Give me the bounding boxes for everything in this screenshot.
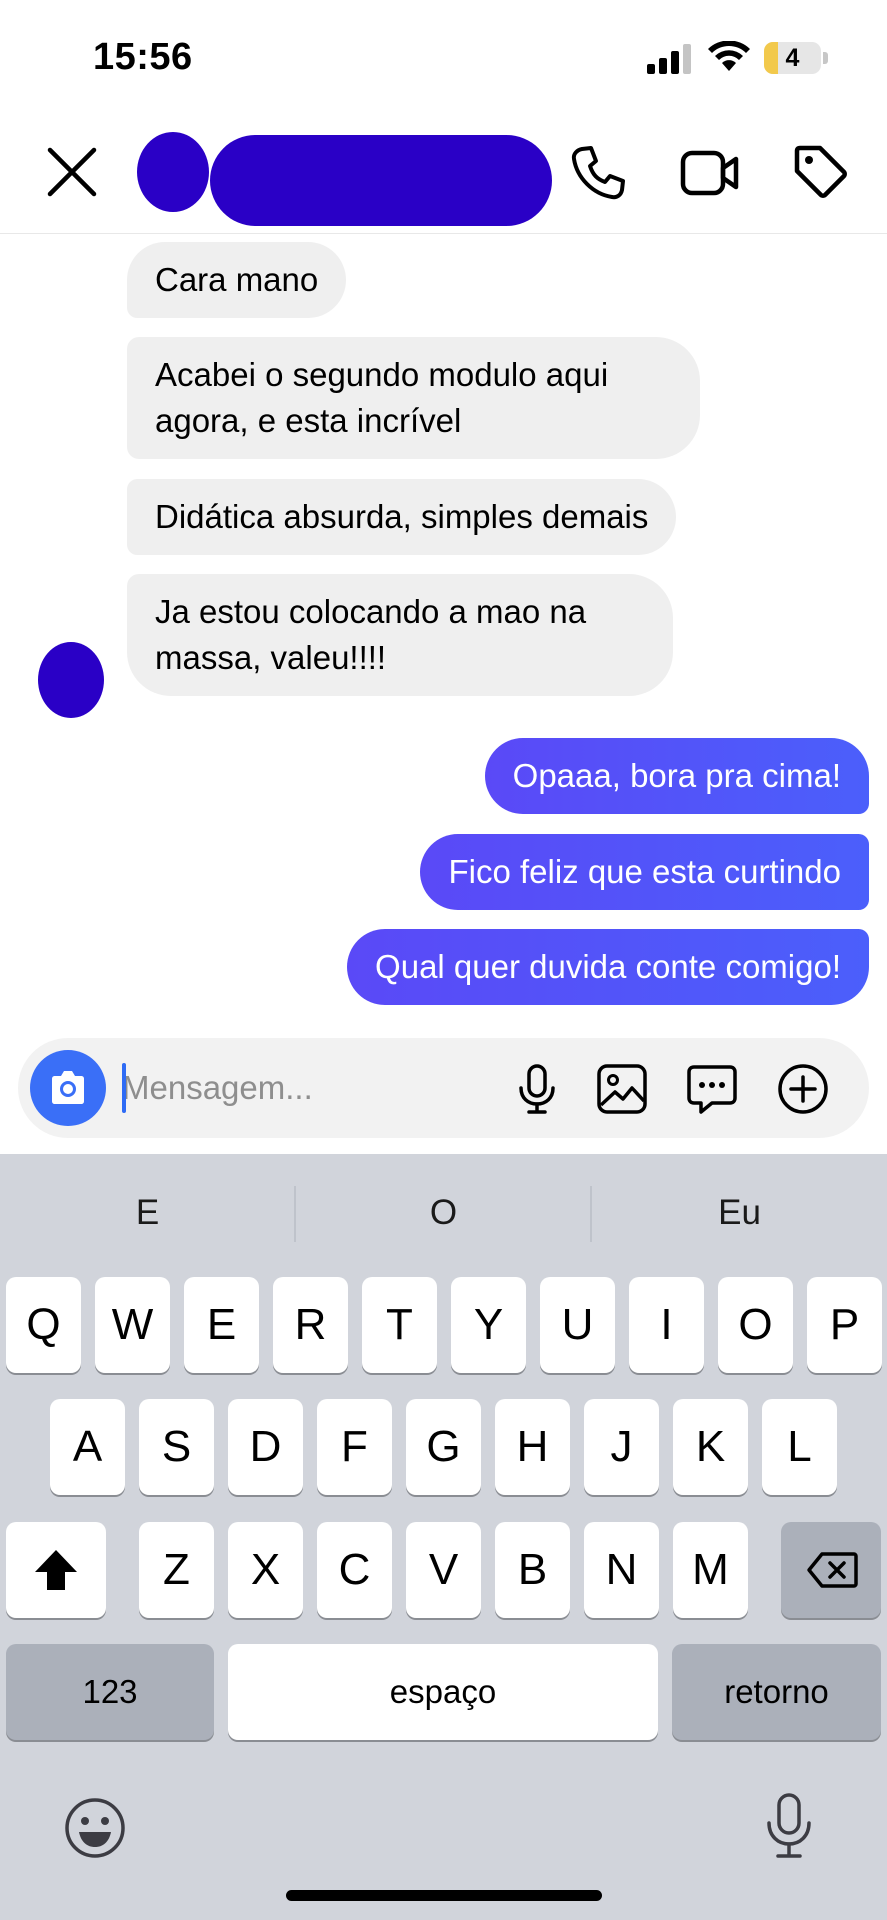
gallery-icon[interactable] xyxy=(596,1063,648,1115)
sender-avatar[interactable] xyxy=(38,642,104,718)
key[interactable]: C xyxy=(317,1522,392,1618)
video-camera-icon[interactable] xyxy=(680,146,740,200)
key[interactable]: O xyxy=(718,1277,793,1373)
key[interactable]: S xyxy=(139,1399,214,1495)
numbers-key[interactable]: 123 xyxy=(6,1644,214,1740)
shift-key[interactable] xyxy=(6,1522,106,1618)
keyboard: E O Eu Q W E R T Y U I O P A S D F G H J… xyxy=(0,1154,887,1920)
key[interactable]: E xyxy=(184,1277,259,1373)
suggestion[interactable]: O xyxy=(296,1182,591,1244)
outgoing-message[interactable]: Fico feliz que esta curtindo xyxy=(420,834,869,910)
camera-button[interactable] xyxy=(30,1050,106,1126)
key[interactable]: Y xyxy=(451,1277,526,1373)
key[interactable]: Z xyxy=(139,1522,214,1618)
backspace-icon xyxy=(807,1552,858,1588)
incoming-message[interactable]: Cara mano xyxy=(127,242,347,318)
text-caret xyxy=(122,1063,126,1113)
dictation-mic-icon[interactable] xyxy=(758,1792,820,1862)
cellular-signal-icon xyxy=(647,44,691,74)
add-icon[interactable] xyxy=(777,1063,829,1115)
message-composer xyxy=(18,1038,869,1138)
key[interactable]: M xyxy=(673,1522,748,1618)
incoming-message[interactable]: Acabei o segundo modulo aqui agora, e es… xyxy=(127,337,700,459)
key[interactable]: I xyxy=(629,1277,704,1373)
shift-icon xyxy=(35,1550,77,1590)
outgoing-message[interactable]: Opaaa, bora pra cima! xyxy=(484,738,869,814)
incoming-message[interactable]: Didática absurda, simples demais xyxy=(127,479,677,555)
key[interactable]: H xyxy=(495,1399,570,1495)
key[interactable]: F xyxy=(317,1399,392,1495)
incoming-message[interactable]: Ja estou colocando a mao na massa, valeu… xyxy=(127,574,673,696)
contact-avatar[interactable] xyxy=(137,132,209,212)
contact-name-redacted[interactable] xyxy=(210,135,552,226)
battery-level: 4 xyxy=(785,44,800,72)
key[interactable]: P xyxy=(807,1277,882,1373)
key[interactable]: X xyxy=(228,1522,303,1618)
status-bar: 15:56 4 xyxy=(0,0,887,110)
phone-icon[interactable] xyxy=(569,144,627,202)
message-input[interactable] xyxy=(122,1060,502,1116)
key[interactable]: A xyxy=(50,1399,125,1495)
key[interactable]: N xyxy=(584,1522,659,1618)
sticker-chat-icon[interactable] xyxy=(686,1063,738,1115)
key[interactable]: W xyxy=(95,1277,170,1373)
key[interactable]: K xyxy=(673,1399,748,1495)
key[interactable]: R xyxy=(273,1277,348,1373)
emoji-icon[interactable] xyxy=(64,1797,126,1859)
battery-icon: 4 xyxy=(764,42,828,74)
space-key[interactable]: espaço xyxy=(228,1644,658,1740)
predictive-bar: E O Eu xyxy=(0,1154,887,1269)
backspace-key[interactable] xyxy=(781,1522,881,1618)
return-key[interactable]: retorno xyxy=(672,1644,881,1740)
key[interactable]: T xyxy=(362,1277,437,1373)
key[interactable]: D xyxy=(228,1399,303,1495)
chat-header xyxy=(0,110,887,234)
suggestion[interactable]: Eu xyxy=(592,1182,887,1244)
tag-icon[interactable] xyxy=(792,143,848,199)
key[interactable]: L xyxy=(762,1399,837,1495)
key[interactable]: J xyxy=(584,1399,659,1495)
camera-icon xyxy=(52,1071,84,1104)
message-thread: Cara mano Acabei o segundo modulo aqui a… xyxy=(0,234,887,1024)
outgoing-message[interactable]: Qual quer duvida conte comigo! xyxy=(347,929,869,1005)
key[interactable]: Q xyxy=(6,1277,81,1373)
close-icon[interactable] xyxy=(44,144,100,200)
wifi-icon xyxy=(708,41,750,71)
key[interactable]: G xyxy=(406,1399,481,1495)
key[interactable]: B xyxy=(495,1522,570,1618)
status-time: 15:56 xyxy=(93,36,193,78)
suggestion[interactable]: E xyxy=(0,1182,295,1244)
key[interactable]: V xyxy=(406,1522,481,1618)
key[interactable]: U xyxy=(540,1277,615,1373)
microphone-icon[interactable] xyxy=(511,1063,563,1115)
home-indicator[interactable] xyxy=(286,1890,602,1901)
